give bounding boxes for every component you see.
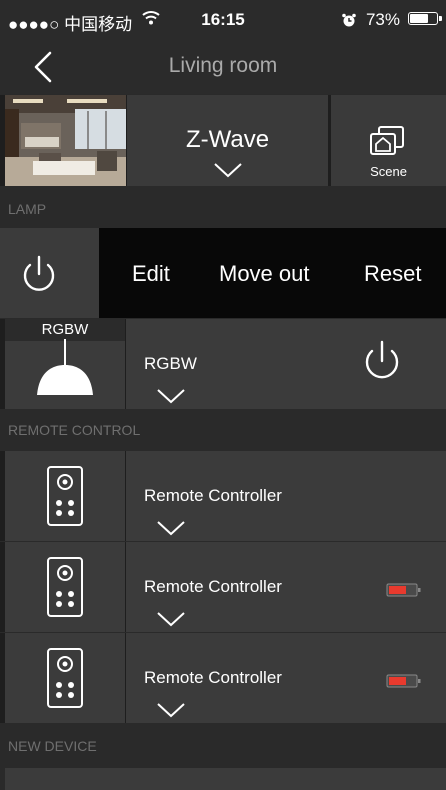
device-name: Remote Controller	[144, 577, 282, 596]
scene-label: Scene	[370, 164, 407, 179]
chevron-down-icon	[156, 387, 186, 410]
device-icon-cell	[5, 451, 125, 541]
section-header-new-device: NEW DEVICE	[0, 727, 446, 765]
device-icon-cell: RGBW	[5, 319, 125, 409]
section-title: REMOTE CONTROL	[8, 422, 141, 438]
protocol-selector[interactable]: Z-Wave	[127, 95, 328, 186]
battery-icon	[408, 12, 442, 25]
chevron-down-icon	[156, 610, 186, 633]
device-name: Remote Controller	[144, 486, 282, 505]
scene-button[interactable]: Scene	[331, 95, 446, 186]
new-device-card[interactable]	[5, 768, 446, 790]
swiped-device-row: Edit Move out Reset	[0, 228, 446, 318]
remote-control-icon	[46, 465, 84, 532]
device-name: RGBW	[144, 354, 197, 373]
device-name: Remote Controller	[144, 668, 282, 687]
nav-bar: Living room	[0, 40, 446, 94]
low-battery-icon	[386, 583, 422, 602]
scene-icon	[369, 125, 407, 164]
device-main[interactable]: Remote Controller	[126, 633, 446, 723]
battery-percent: 73%	[365, 10, 400, 29]
device-row-remote: Remote Controller	[0, 542, 446, 632]
pendant-lamp-icon	[35, 337, 95, 402]
device-main[interactable]: Remote Controller	[126, 542, 446, 632]
alarm-clock-icon	[342, 12, 356, 32]
device-row-remote: Remote Controller	[0, 633, 446, 723]
low-battery-icon	[386, 674, 422, 693]
status-bar: ●●●●○ 中国移动 16:15 73%	[0, 0, 446, 40]
room-photo[interactable]	[5, 95, 126, 186]
chevron-down-icon	[156, 701, 186, 724]
section-header-remote: REMOTE CONTROL	[0, 411, 446, 449]
device-icon-cell	[5, 542, 125, 632]
device-row-rgbw: RGBW RGBW	[0, 319, 446, 409]
page-title: Living room	[168, 54, 278, 77]
device-icon-cell	[5, 633, 125, 723]
section-header-lamp: LAMP	[0, 190, 446, 228]
reset-button[interactable]: Reset	[364, 261, 421, 287]
device-main[interactable]: RGBW	[126, 319, 446, 409]
remote-control-icon	[46, 647, 84, 714]
device-row-remote: Remote Controller	[0, 451, 446, 541]
device-power-button[interactable]	[360, 339, 404, 390]
device-main[interactable]: Remote Controller	[126, 451, 446, 541]
new-device-area	[0, 768, 446, 790]
section-title: LAMP	[8, 201, 47, 217]
protocol-label: Z-Wave	[185, 126, 270, 153]
section-title: NEW DEVICE	[8, 738, 97, 754]
remote-control-icon	[46, 556, 84, 623]
power-icon	[23, 255, 55, 291]
move-out-button[interactable]: Move out	[219, 261, 310, 287]
power-icon	[365, 340, 399, 379]
chevron-down-icon	[213, 161, 243, 184]
power-button[interactable]	[0, 228, 99, 318]
room-header: Z-Wave Scene	[0, 95, 446, 186]
edit-button[interactable]: Edit	[132, 261, 170, 287]
chevron-down-icon	[156, 519, 186, 542]
